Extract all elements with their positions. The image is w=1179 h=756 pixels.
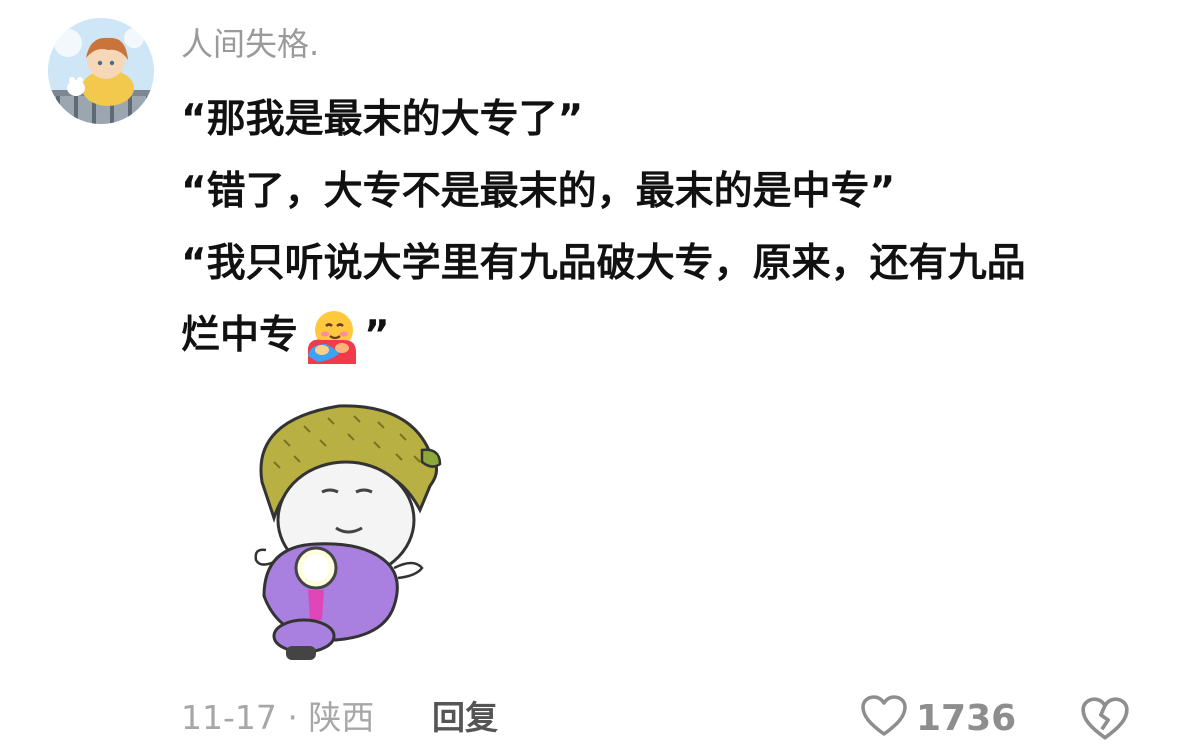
like-button[interactable]: 1736: [860, 692, 1016, 744]
comment-line: “我只听说大学里有九品破大专，原来，还有九品: [181, 241, 1026, 286]
reply-button[interactable]: 回复: [432, 696, 498, 740]
comment-line: “那我是最末的大专了”: [181, 97, 584, 142]
durian-head-scooter-sticker[interactable]: [244, 400, 449, 665]
like-count: 1736: [916, 697, 1017, 739]
comment-line-text: ”: [364, 313, 390, 358]
comment-line: “错了，大专不是最末的，最末的是中专”: [181, 169, 896, 214]
heart-outline-icon: [860, 694, 908, 742]
comment-last-line: 烂中专 ”: [181, 300, 1141, 372]
avatar[interactable]: [48, 18, 154, 124]
comment-text: “那我是最末的大专了” “错了，大专不是最末的，最末的是中专” “我只听说大学里…: [181, 84, 1141, 372]
broken-heart-icon[interactable]: [1080, 694, 1130, 744]
hugging-face-icon: [304, 308, 360, 364]
comment-date-location: 11-17 · 陕西: [181, 698, 375, 737]
comment-line-text: 烂中专: [181, 313, 299, 358]
username[interactable]: 人间失格.: [181, 22, 319, 66]
